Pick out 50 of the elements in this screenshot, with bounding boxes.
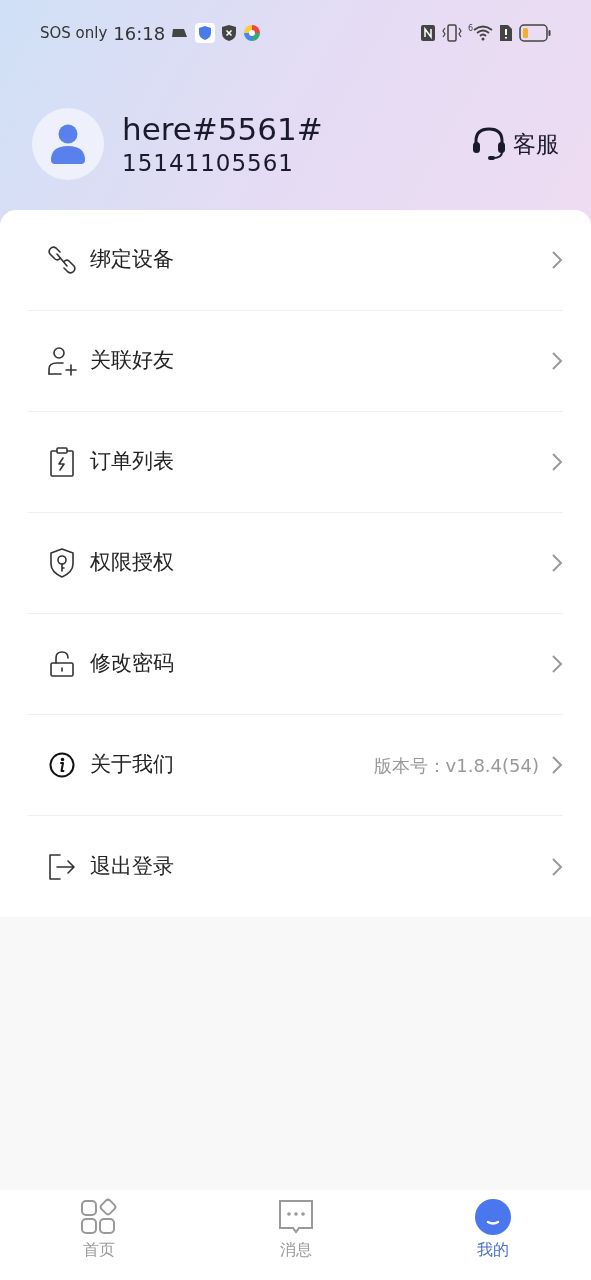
vibrate-icon [441, 24, 462, 42]
chevron-right-icon [551, 351, 563, 371]
menu-label: 修改密码 [90, 650, 175, 678]
chat-bubble-icon [276, 1198, 315, 1236]
shield-key-icon [49, 548, 75, 578]
menu-label: 关联好友 [90, 347, 175, 375]
menu-item[interactable]: 订单列表 [28, 412, 563, 513]
user-name: here#5561# [122, 110, 324, 148]
menu-item[interactable]: 退出登录 [28, 816, 563, 917]
nfc-icon [419, 24, 436, 42]
menu-item[interactable]: 关联好友 [28, 311, 563, 412]
link-icon [47, 245, 77, 275]
menu-label: 权限授权 [90, 549, 175, 577]
chevron-right-icon [551, 553, 563, 573]
battery-icon [519, 24, 551, 42]
wifi-icon [473, 25, 493, 41]
chevron-right-icon [551, 856, 563, 877]
smile-circle-icon [473, 1198, 512, 1236]
info-icon [49, 752, 75, 778]
app-logo-icon [243, 24, 262, 42]
support-button[interactable]: 客服 [471, 126, 559, 162]
menu-item[interactable]: 修改密码 [28, 614, 563, 715]
chevron-right-icon [551, 755, 563, 775]
unlocked-padlock-icon [49, 650, 75, 678]
game-icon [171, 26, 190, 40]
phone-number: 15141105561 [122, 149, 295, 178]
chevron-right-icon [551, 250, 563, 270]
clock-text: 16:18 [113, 21, 166, 46]
home-grid-icon [79, 1198, 118, 1236]
wifi-badge-text: 6 [467, 25, 473, 33]
menu-label: 退出登录 [90, 852, 175, 880]
menu-label: 订单列表 [90, 448, 175, 476]
shield-icon [195, 23, 216, 43]
chevron-right-icon [551, 452, 563, 472]
carrier-text: SOS only [40, 22, 108, 44]
menu-item[interactable]: 权限授权 [28, 513, 563, 614]
menu-item[interactable]: 关于我们 版本号：v1.8.4(54) [28, 715, 563, 816]
user-silhouette-icon [49, 124, 87, 164]
user-add-icon [46, 345, 78, 377]
clipboard-icon [49, 447, 75, 477]
shield-cross-icon [221, 24, 238, 42]
logout-icon [48, 852, 76, 881]
chevron-right-icon [551, 654, 563, 674]
version-text: 版本号：v1.8.4(54) [373, 753, 539, 778]
menu-item[interactable]: 绑定设备 [28, 210, 563, 311]
headset-icon [471, 126, 507, 162]
menu-label: 绑定设备 [90, 246, 175, 274]
tab-bar-item[interactable]: 我的 [394, 1190, 591, 1280]
menu-label: 关于我们 [90, 751, 175, 779]
sim-alert-icon [499, 24, 513, 42]
